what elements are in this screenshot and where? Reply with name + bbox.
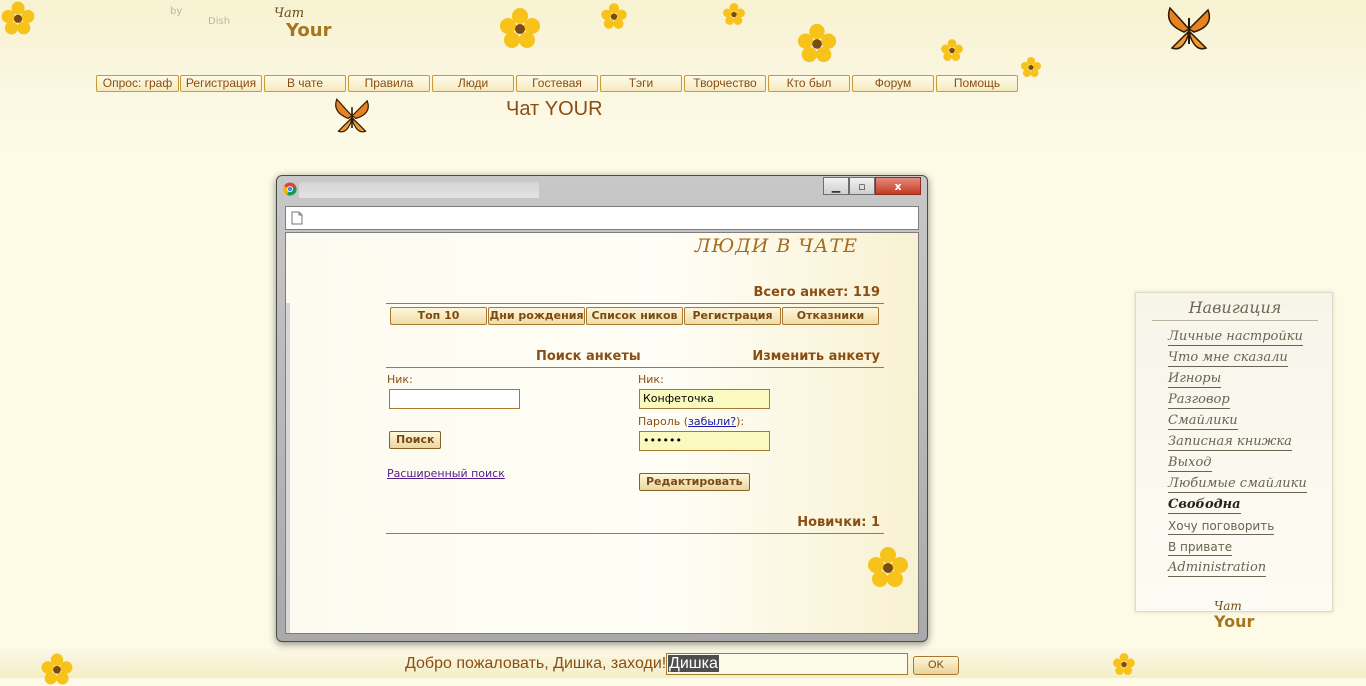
nav-ignores[interactable]: Игноры bbox=[1168, 371, 1222, 388]
site-title: Чат YOUR bbox=[506, 98, 603, 120]
nav-registration-button[interactable]: Регистрация bbox=[180, 75, 262, 92]
flower-decoration-icon bbox=[868, 547, 908, 587]
ok-button[interactable]: OK bbox=[913, 656, 959, 675]
password-label: Пароль (забыли?): bbox=[638, 415, 744, 428]
minimize-icon[interactable]: ▁ bbox=[823, 177, 849, 195]
status-in-private[interactable]: В привате bbox=[1168, 540, 1233, 556]
window-controls: ▁ ▫ x bbox=[823, 177, 921, 197]
search-nick-input[interactable] bbox=[389, 389, 520, 409]
nav-personal-settings[interactable]: Личные настройки bbox=[1168, 329, 1303, 346]
site-logo[interactable]: Чат Your bbox=[272, 6, 350, 48]
nav-rules-button[interactable]: Правила bbox=[348, 75, 430, 92]
nav-guestbook-button[interactable]: Гостевая bbox=[516, 75, 598, 92]
divider bbox=[386, 367, 884, 368]
logo-big-text: Your bbox=[286, 20, 332, 41]
logo-small-text: Чат bbox=[274, 6, 305, 21]
flower-decoration-icon bbox=[723, 3, 745, 25]
flower-decoration-icon bbox=[500, 8, 540, 48]
status-want-to-talk[interactable]: Хочу поговорить bbox=[1168, 519, 1275, 535]
byline-name: Dish bbox=[208, 16, 231, 27]
flower-decoration-icon bbox=[41, 653, 73, 685]
flower-decoration-icon bbox=[1, 1, 35, 35]
welcome-text: Добро пожаловать, Дишка, заходи! bbox=[405, 655, 667, 672]
scrollbar[interactable] bbox=[286, 303, 290, 633]
nav-creativity-button[interactable]: Творчество bbox=[684, 75, 766, 92]
password-label-prefix: Пароль ( bbox=[638, 415, 689, 428]
edit-nick-input[interactable]: Конфеточка bbox=[639, 389, 770, 409]
nav-tags-button[interactable]: Тэги bbox=[600, 75, 682, 92]
nav-poll-button[interactable]: Опрос: граф bbox=[96, 75, 179, 92]
nav-help-button[interactable]: Помощь bbox=[936, 75, 1018, 92]
flower-decoration-icon bbox=[1113, 653, 1135, 675]
flower-decoration-icon bbox=[601, 3, 627, 29]
nick-input-value: Дишка bbox=[668, 655, 719, 672]
maximize-icon[interactable]: ▫ bbox=[849, 177, 875, 195]
edit-profile-heading: Изменить анкету bbox=[752, 349, 880, 364]
novice-count: Новички: 1 bbox=[797, 515, 880, 530]
search-profile-heading: Поиск анкеты bbox=[536, 349, 641, 364]
nav-messages-to-me[interactable]: Что мне сказали bbox=[1168, 350, 1288, 367]
byline-by: by bbox=[170, 6, 183, 17]
nav-administration[interactable]: Administration bbox=[1168, 560, 1267, 577]
flower-decoration-icon bbox=[797, 23, 837, 63]
nav-in-chat-button[interactable]: В чате bbox=[264, 75, 346, 92]
page-icon bbox=[291, 211, 303, 225]
nav-notebook[interactable]: Записная книжка bbox=[1168, 434, 1292, 451]
page-title: ЛЮДИ В ЧАТЕ bbox=[694, 235, 858, 257]
address-bar[interactable] bbox=[285, 206, 919, 230]
navigation-rule bbox=[1152, 320, 1318, 321]
tab-refusers[interactable]: Отказники bbox=[782, 307, 879, 325]
total-profiles: Всего анкет: 119 bbox=[753, 285, 880, 300]
panel-logo: Чат Your bbox=[1200, 599, 1270, 643]
nav-favorite-smileys[interactable]: Любимые смайлики bbox=[1168, 476, 1307, 493]
chrome-icon bbox=[283, 182, 297, 196]
divider bbox=[386, 533, 884, 534]
butterfly-icon bbox=[335, 98, 369, 133]
nav-who-was-button[interactable]: Кто был bbox=[768, 75, 850, 92]
tab-nick-list[interactable]: Список ников bbox=[586, 307, 683, 325]
status-free[interactable]: Свободна bbox=[1168, 497, 1241, 514]
people-in-chat-page: ЛЮДИ В ЧАТЕ Всего анкет: 119 Топ 10 Дни … bbox=[285, 232, 919, 634]
navigation-panel: Навигация Личные настройки Что мне сказа… bbox=[1135, 292, 1333, 631]
nav-conversation[interactable]: Разговор bbox=[1168, 392, 1230, 409]
nav-people-button[interactable]: Люди bbox=[432, 75, 514, 92]
search-nick-label: Ник: bbox=[387, 373, 413, 386]
password-input[interactable]: •••••• bbox=[639, 431, 770, 451]
search-button[interactable]: Поиск bbox=[389, 431, 442, 449]
flower-decoration-icon bbox=[1021, 57, 1041, 77]
flower-decoration-icon bbox=[941, 39, 963, 61]
panel-logo-big-text: Your bbox=[1214, 612, 1255, 631]
password-label-suffix: ): bbox=[736, 415, 745, 428]
navigation-title: Навигация bbox=[1188, 298, 1282, 317]
nav-exit[interactable]: Выход bbox=[1168, 455, 1212, 472]
nav-smileys[interactable]: Смайлики bbox=[1168, 413, 1238, 430]
nav-forum-button[interactable]: Форум bbox=[852, 75, 934, 92]
tab-top10[interactable]: Топ 10 bbox=[390, 307, 487, 325]
nick-input[interactable]: Дишка bbox=[666, 653, 908, 675]
tab-registration[interactable]: Регистрация bbox=[684, 307, 781, 325]
edit-button[interactable]: Редактировать bbox=[639, 473, 750, 491]
popup-browser-window: ▁ ▫ x ЛЮДИ В ЧАТЕ Всего анкет: 119 Топ 1… bbox=[276, 175, 928, 642]
panel-logo-small-text: Чат bbox=[1214, 599, 1242, 613]
edit-nick-label: Ник: bbox=[638, 373, 664, 386]
close-icon[interactable]: x bbox=[875, 177, 921, 195]
advanced-search-link[interactable]: Расширенный поиск bbox=[387, 467, 505, 480]
butterfly-icon bbox=[1167, 6, 1211, 50]
window-title-bar bbox=[299, 182, 539, 198]
divider bbox=[386, 303, 884, 304]
forgot-password-link[interactable]: забыли? bbox=[688, 415, 736, 428]
tab-birthdays[interactable]: Дни рождения bbox=[488, 307, 585, 325]
